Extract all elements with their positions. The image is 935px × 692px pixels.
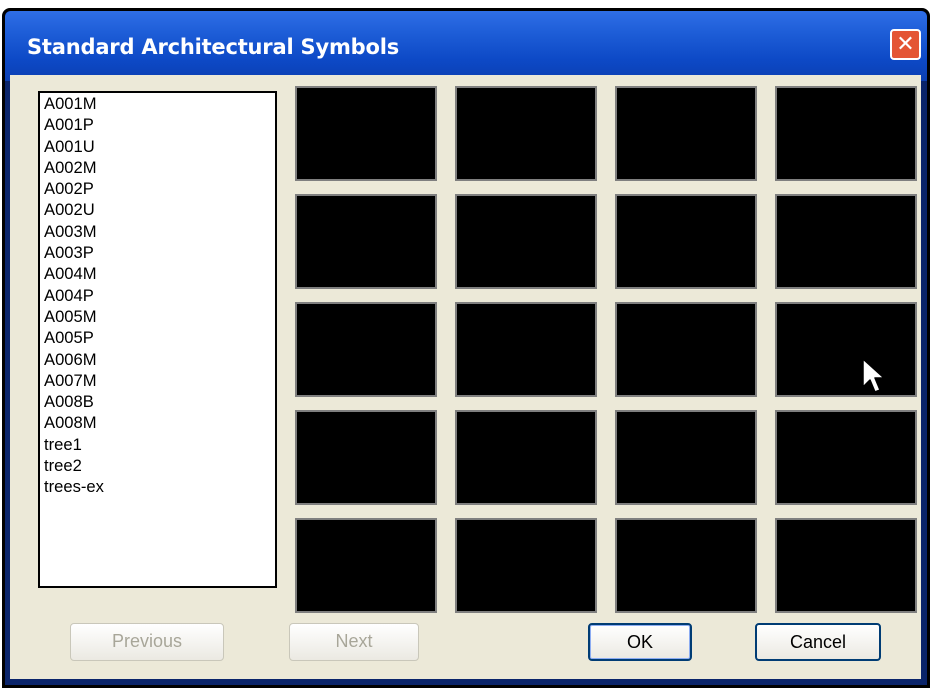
symbol-preview-tile[interactable]: [615, 86, 757, 181]
list-item[interactable]: tree1: [44, 434, 275, 455]
list-item[interactable]: A003M: [44, 221, 275, 242]
list-item[interactable]: A002U: [44, 199, 275, 220]
symbol-preview-tile[interactable]: [455, 518, 597, 613]
list-item[interactable]: A004M: [44, 263, 275, 284]
list-item[interactable]: tree2: [44, 455, 275, 476]
symbol-preview-tile[interactable]: [455, 194, 597, 289]
symbol-preview-tile[interactable]: [295, 518, 437, 613]
symbol-preview-tile[interactable]: [615, 410, 757, 505]
symbol-preview-tile[interactable]: [295, 194, 437, 289]
list-item[interactable]: A002P: [44, 178, 275, 199]
symbol-preview-tile[interactable]: [615, 194, 757, 289]
symbol-preview-tile[interactable]: [295, 302, 437, 397]
close-icon: ✕: [896, 32, 915, 57]
list-item[interactable]: A008M: [44, 412, 275, 433]
title-bar[interactable]: Standard Architectural Symbols ✕: [5, 11, 927, 81]
list-item[interactable]: A001P: [44, 114, 275, 135]
symbol-listbox[interactable]: A001M A001P A001U A002M A002P A002U A003M A003P…: [38, 91, 277, 588]
list-item[interactable]: A006M: [44, 349, 275, 370]
symbol-preview-tile[interactable]: [775, 518, 917, 613]
list-item[interactable]: A003P: [44, 242, 275, 263]
previous-button[interactable]: Previous: [70, 623, 224, 661]
list-item[interactable]: A002M: [44, 157, 275, 178]
close-button[interactable]: ✕: [890, 29, 921, 60]
symbol-preview-tile[interactable]: [775, 410, 917, 505]
symbol-preview-tile[interactable]: [775, 86, 917, 181]
list-item[interactable]: A004P: [44, 285, 275, 306]
symbol-preview-tile[interactable]: [455, 410, 597, 505]
cancel-button[interactable]: Cancel: [755, 623, 881, 661]
symbol-preview-tile[interactable]: [775, 302, 917, 397]
next-button[interactable]: Next: [289, 623, 419, 661]
list-item[interactable]: A001U: [44, 136, 275, 157]
symbol-preview-tile[interactable]: [615, 518, 757, 613]
list-item[interactable]: A001M: [44, 93, 275, 114]
mouse-cursor-icon: [862, 358, 885, 393]
ok-button[interactable]: OK: [588, 623, 692, 661]
symbol-preview-tile[interactable]: [455, 302, 597, 397]
symbol-preview-tile[interactable]: [775, 194, 917, 289]
list-item[interactable]: A007M: [44, 370, 275, 391]
dialog-body: A001M A001P A001U A002M A002P A002U A003M A003P…: [10, 75, 921, 679]
window-title: Standard Architectural Symbols: [27, 35, 400, 59]
list-item[interactable]: A008B: [44, 391, 275, 412]
symbol-preview-tile[interactable]: [615, 302, 757, 397]
dialog-window: Standard Architectural Symbols ✕ A001M A0…: [2, 8, 930, 688]
symbol-preview-tile[interactable]: [295, 86, 437, 181]
list-item[interactable]: A005P: [44, 327, 275, 348]
list-item[interactable]: A005M: [44, 306, 275, 327]
symbol-preview-tile[interactable]: [295, 410, 437, 505]
symbol-preview-tile[interactable]: [455, 86, 597, 181]
list-item[interactable]: trees-ex: [44, 476, 275, 497]
